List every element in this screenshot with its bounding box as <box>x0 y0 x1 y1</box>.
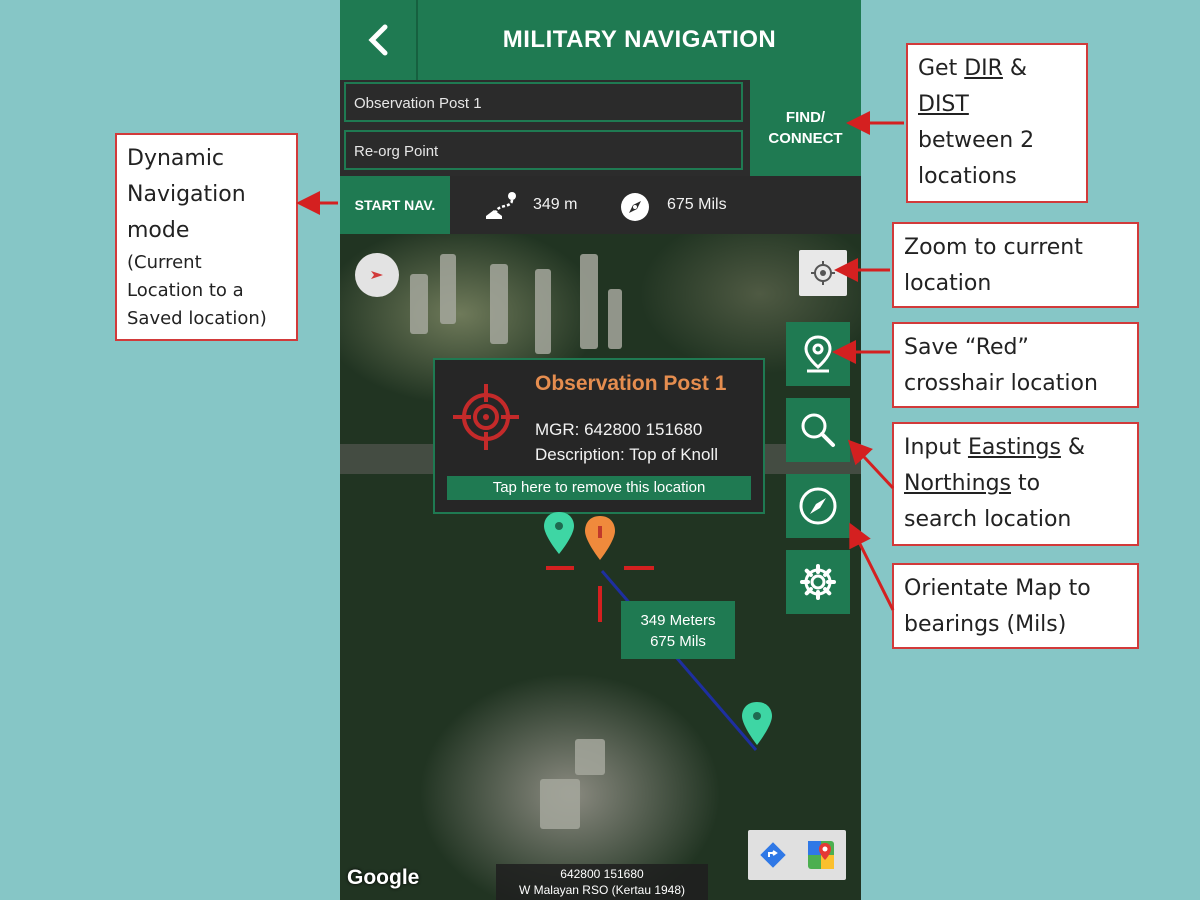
arrow-orient <box>849 522 895 611</box>
arrow-input <box>847 439 895 490</box>
callout-arrows <box>296 111 904 611</box>
